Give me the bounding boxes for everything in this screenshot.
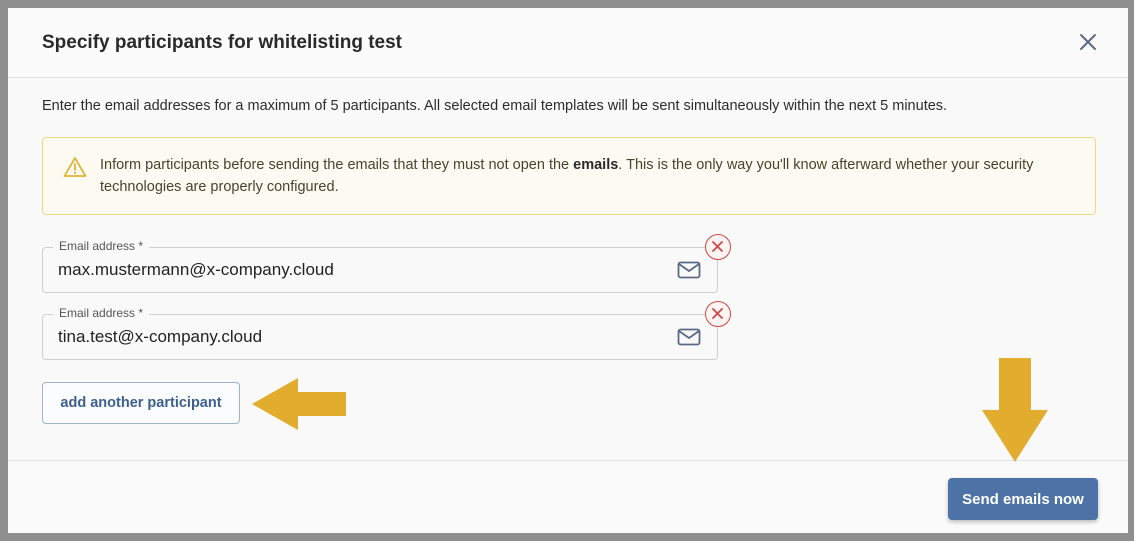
email-field-label: Email address * [53,239,150,253]
arrow-left-annotation-icon [252,378,346,435]
email-field-2[interactable]: Email address * [42,306,718,360]
remove-participant-2-button[interactable] [705,301,731,327]
send-emails-button[interactable]: Send emails now [948,478,1098,520]
dialog-title: Specify participants for whitelisting te… [42,32,403,53]
email-input[interactable] [58,327,618,347]
close-icon [712,241,723,252]
arrow-down-annotation-icon [982,358,1048,467]
dialog-header: Specify participants for whitelisting te… [8,8,1128,78]
mail-icon [677,328,701,346]
add-participant-button[interactable]: add another participant [42,382,240,424]
email-input[interactable] [58,260,618,280]
email-field-label: Email address * [53,306,150,320]
alert-text-before: Inform participants before sending the e… [100,157,574,173]
close-icon[interactable] [1078,32,1098,52]
screenshot-frame: Specify participants for whitelisting te… [0,0,1134,541]
alert-text-bold: emails [573,157,619,173]
warning-icon [63,156,87,178]
dialog: Specify participants for whitelisting te… [8,8,1128,533]
close-icon [712,308,723,319]
alert-text: Inform participants before sending the e… [100,154,1060,198]
mail-icon [677,261,701,279]
dialog-description: Enter the email addresses for a maximum … [42,98,948,114]
warning-alert: Inform participants before sending the e… [42,137,1096,215]
remove-participant-1-button[interactable] [705,234,731,260]
email-field-1[interactable]: Email address * [42,239,718,293]
